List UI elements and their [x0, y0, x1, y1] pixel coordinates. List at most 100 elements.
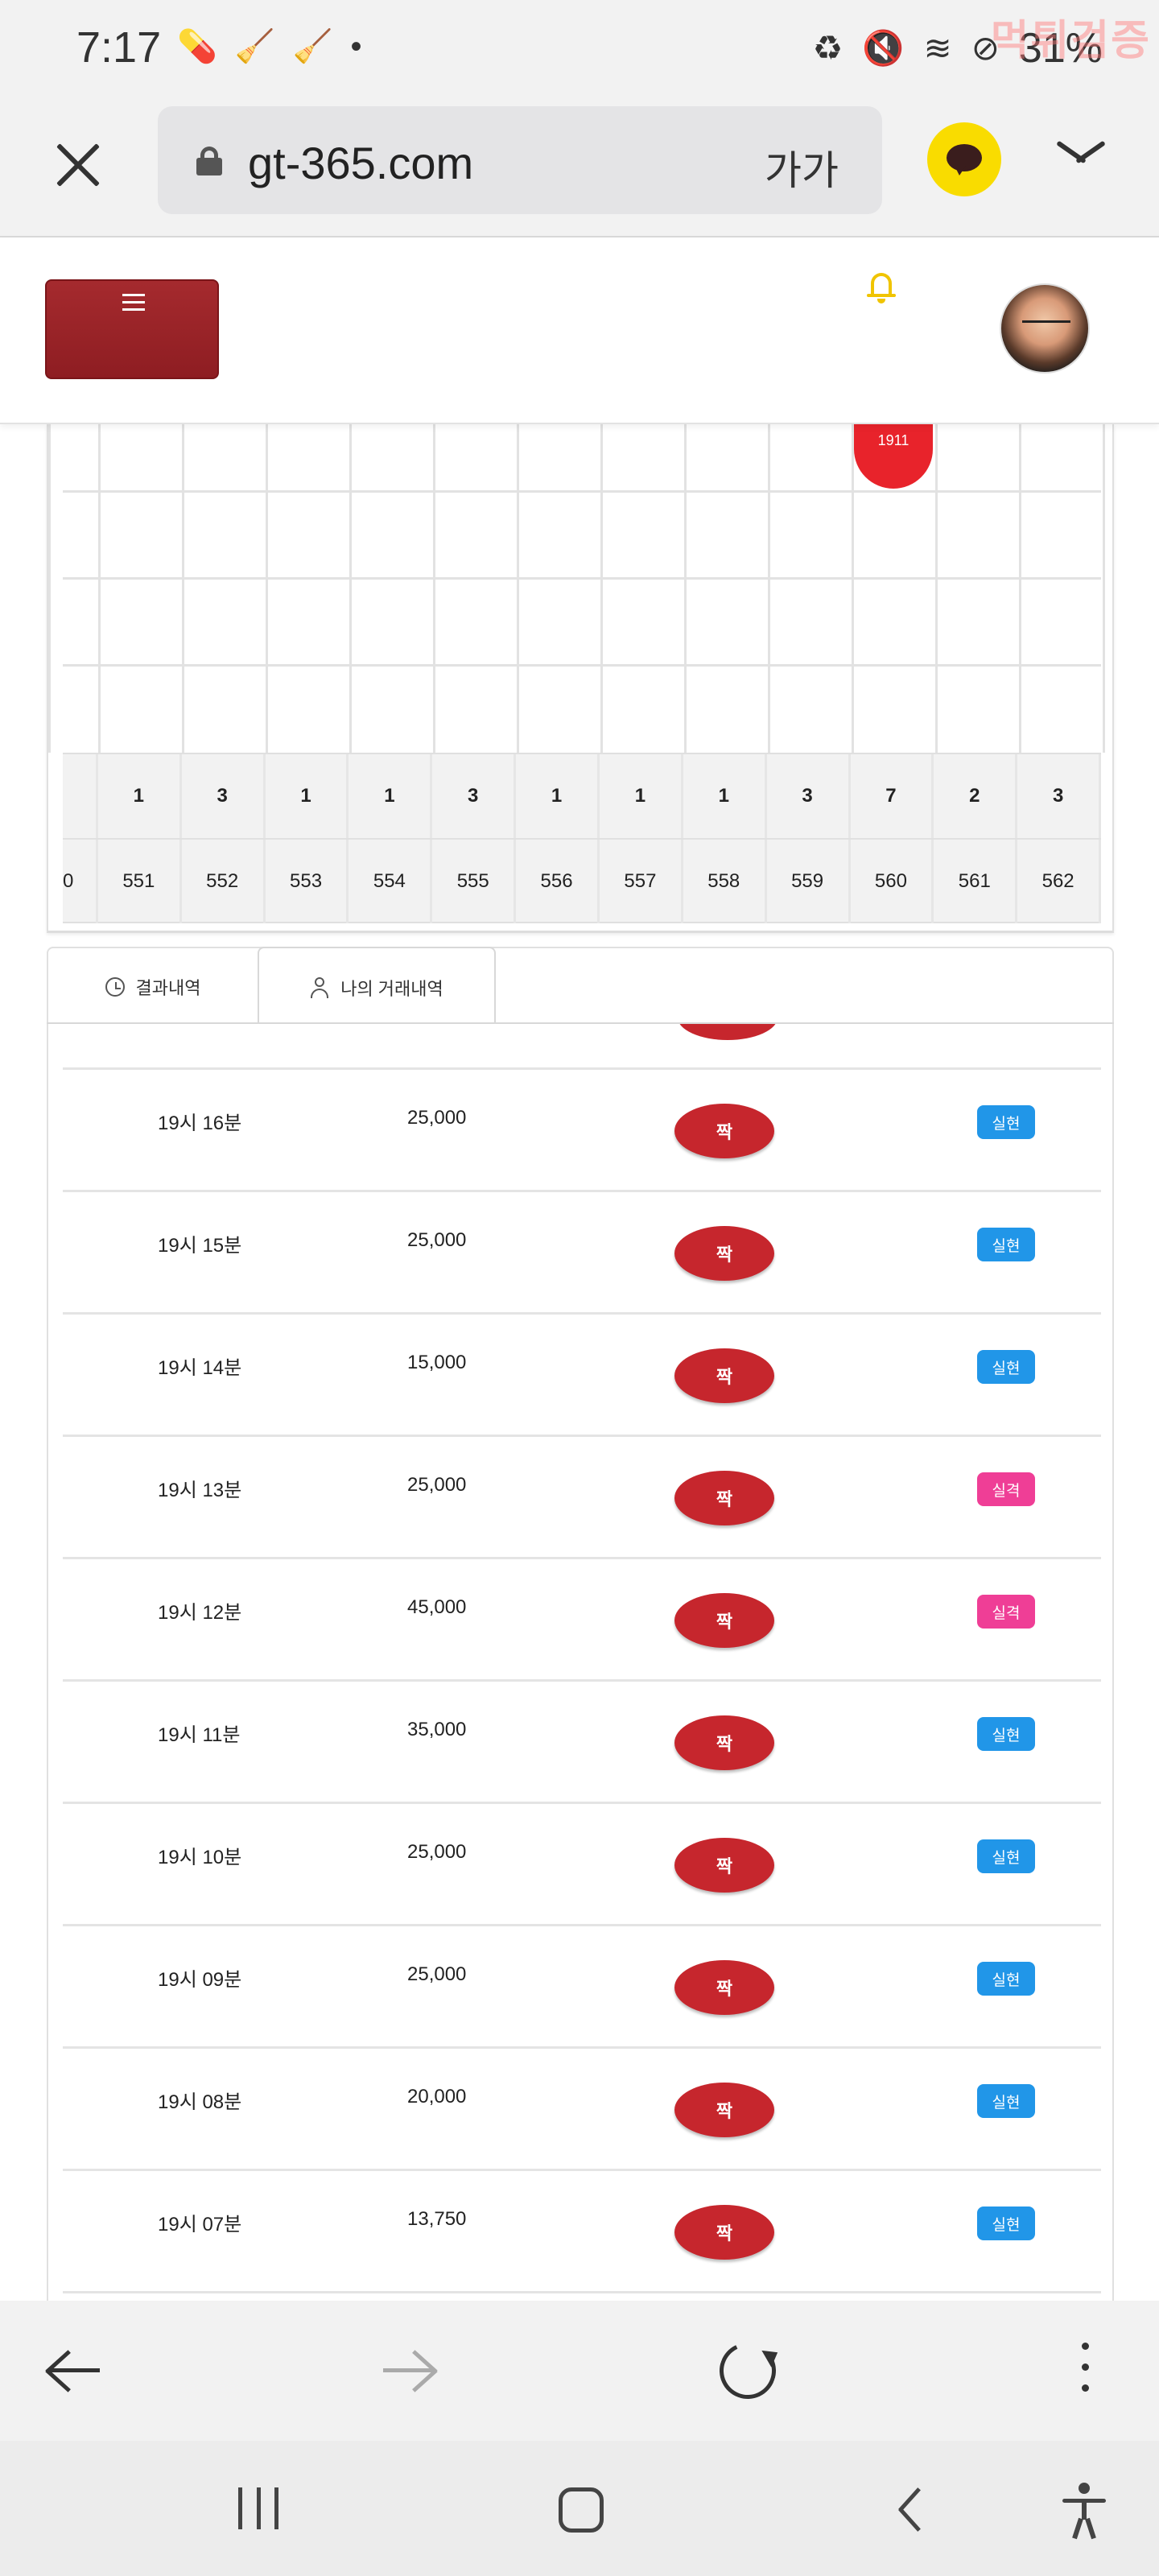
transaction-amount: 20,000: [407, 2086, 467, 2107]
forward-arrow-icon[interactable]: [382, 2346, 438, 2394]
grid-column-line: [768, 424, 770, 753]
bell-icon[interactable]: [865, 270, 897, 305]
hamburger-icon: [122, 294, 145, 312]
menu-button[interactable]: [45, 279, 219, 379]
count-cell: 1: [98, 754, 182, 838]
count-cell: 3: [182, 754, 266, 838]
pick-pill: 짝: [674, 1960, 774, 2015]
url-text[interactable]: gt-365.com: [248, 137, 473, 189]
lock-icon: [196, 147, 222, 175]
nav-back-icon[interactable]: [895, 2489, 927, 2531]
grid-column-line: [684, 424, 687, 753]
close-tab-button[interactable]: [48, 135, 108, 195]
url-field[interactable]: gt-365.com 가가: [158, 106, 882, 214]
round-id-cell: 0: [63, 840, 98, 923]
kakao-chat-button[interactable]: [927, 122, 1001, 196]
grid-column-line: [1103, 424, 1105, 753]
reload-icon[interactable]: [711, 2334, 784, 2407]
transaction-row: 19시 13분 25,000 짝 실격: [63, 1435, 1101, 1557]
pick-pill: [678, 1024, 777, 1040]
user-icon: [310, 977, 329, 998]
count-cell: 3: [432, 754, 517, 838]
dot-icon: •: [350, 29, 362, 64]
count-cell: 1: [349, 754, 433, 838]
grid-row-line: [63, 664, 1101, 667]
browser-toolbar: [0, 2301, 1159, 2441]
grid-column-line: [266, 424, 268, 753]
pick-pill: 짝: [674, 2205, 774, 2260]
status-badge: 실현: [977, 2207, 1035, 2240]
system-nav-bar: [0, 2441, 1159, 2576]
home-icon[interactable]: [559, 2487, 604, 2533]
browser-url-bar: gt-365.com 가가: [0, 97, 1159, 237]
status-badge: 실현: [977, 1350, 1035, 1384]
transaction-time: 19시 14분: [158, 1357, 242, 1379]
tab-results[interactable]: 결과내역: [48, 948, 258, 1026]
count-cell: 3: [1017, 754, 1102, 838]
grid-column-line: [433, 424, 435, 753]
status-badge: 실현: [977, 1962, 1035, 1996]
round-id-cell: 557: [600, 840, 683, 923]
grid-column-line: [98, 424, 101, 753]
grid-column-line: [852, 424, 854, 753]
round-id-cell: 561: [934, 840, 1018, 923]
mute-icon: 🔇: [862, 29, 905, 67]
transaction-time: 19시 13분: [158, 1480, 242, 1501]
grid-column-line: [349, 424, 352, 753]
transaction-amount: 15,000: [407, 1352, 467, 1373]
tab-my-transactions[interactable]: 나의 거래내역: [258, 947, 496, 1027]
transaction-row: 19시 09분 25,000 짝 실현: [63, 1924, 1101, 2046]
grid-column-line: [600, 424, 603, 753]
tab-mine-label: 나의 거래내역: [340, 979, 443, 999]
grid-column-line: [48, 424, 51, 753]
grid-row-line: [63, 577, 1101, 580]
text-size-button[interactable]: 가가: [765, 138, 839, 196]
pill-icon: 💊: [177, 29, 217, 64]
transaction-row: 19시 11분 35,000 짝 실현: [63, 1679, 1101, 1802]
back-arrow-icon[interactable]: [45, 2346, 101, 2394]
avatar[interactable]: [1000, 283, 1090, 374]
pick-pill: 짝: [674, 1838, 774, 1893]
pick-pill: 짝: [674, 1593, 774, 1648]
chevron-down-icon[interactable]: [1054, 137, 1106, 169]
pick-pill: 짝: [674, 1471, 774, 1525]
more-options-icon[interactable]: [1079, 2343, 1091, 2399]
round-id-cell: 555: [432, 840, 517, 923]
transaction-time: 19시 09분: [158, 1969, 242, 1991]
transaction-amount: 13,750: [407, 2208, 467, 2230]
result-board: 1911 131131113723 0 551 552 553 554 555 556 557…: [47, 424, 1114, 933]
status-badge: 실현: [977, 1717, 1035, 1751]
status-badge: 실현: [977, 1105, 1035, 1139]
battery-saver-icon: ♻: [812, 29, 843, 67]
accessibility-icon[interactable]: [1061, 2483, 1109, 2540]
status-time: 7:17: [76, 23, 162, 72]
transaction-row: 19시 16분 25,000 짝 실현: [63, 1067, 1101, 1190]
transaction-row: 19시 15분 25,000 짝 실현: [63, 1190, 1101, 1312]
count-cell: 2: [934, 754, 1018, 838]
transaction-time: 19시 16분: [158, 1113, 242, 1134]
transaction-row: 19시 14분 15,000 짝 실현: [63, 1312, 1101, 1435]
status-badge: 실현: [977, 2084, 1035, 2118]
board-grid: 1911: [48, 424, 1112, 753]
history-tabs: 결과내역 나의 거래내역: [47, 947, 1114, 1027]
transaction-time: 19시 15분: [158, 1235, 242, 1257]
status-badge: 실현: [977, 1839, 1035, 1873]
pick-pill: 짝: [674, 2083, 774, 2137]
transaction-row: 19시 08분 20,000 짝 실현: [63, 2046, 1101, 2169]
pick-pill: 짝: [674, 1348, 774, 1403]
count-cell: 1: [600, 754, 683, 838]
round-id-cell: 552: [182, 840, 266, 923]
round-id-cell: 559: [767, 840, 851, 923]
transaction-time: 19시 10분: [158, 1847, 242, 1868]
grid-column-line: [935, 424, 938, 753]
transaction-row: 19시 12분 45,000 짝 실격: [63, 1557, 1101, 1679]
transaction-row: 19시 07분 13,750 짝 실현: [63, 2169, 1101, 2291]
pick-pill: 짝: [674, 1226, 774, 1281]
transaction-amount: 45,000: [407, 1596, 467, 1618]
recents-icon[interactable]: [238, 2487, 278, 2529]
count-row: 131131113723: [63, 753, 1102, 838]
count-cell: 7: [851, 754, 934, 838]
round-id-cell: 551: [98, 840, 182, 923]
transaction-amount: 25,000: [407, 1841, 467, 1863]
wifi-icon: ≋: [923, 29, 952, 67]
